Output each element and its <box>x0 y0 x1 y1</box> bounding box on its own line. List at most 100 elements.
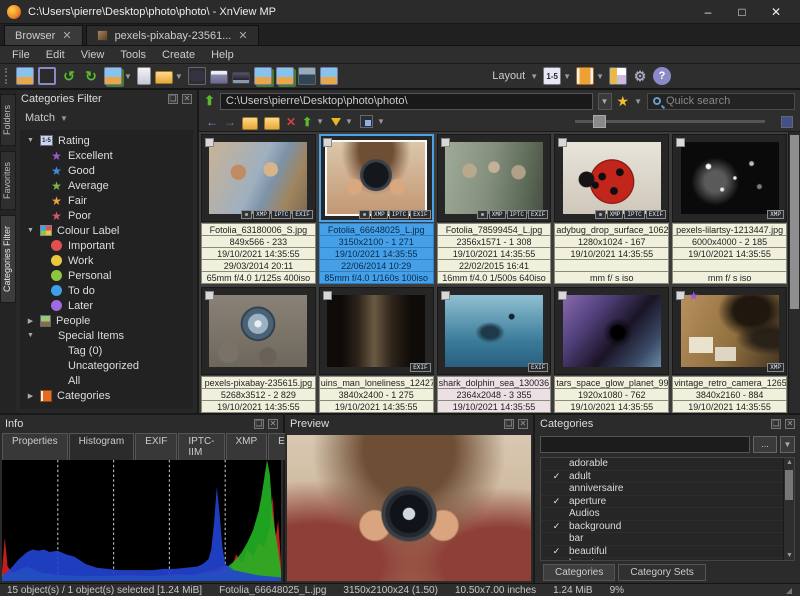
panel-float-icon[interactable]: ❏ <box>168 94 178 104</box>
categories-tab-category-sets[interactable]: Category Sets <box>618 564 705 581</box>
info-tab-xmp[interactable]: XMP <box>226 433 268 460</box>
category-item-adult[interactable]: ✓ adult <box>541 471 794 484</box>
thumbnail-checkbox[interactable] <box>205 138 214 147</box>
favorites-star-icon[interactable]: ★ <box>617 93 630 110</box>
thumbnail-image-box[interactable]: XMPIPTCEXIF <box>201 134 316 222</box>
browser-icon[interactable] <box>16 67 34 85</box>
expand-arrow-icon[interactable]: ▶ <box>26 392 35 400</box>
tree-item-uncategorized[interactable]: Uncategorized <box>20 358 193 373</box>
thumbnail-image-box[interactable]: EXIF <box>437 287 552 375</box>
delete-icon[interactable]: ✕ <box>286 115 296 129</box>
thumbnail-item-7[interactable]: EXIF shark_dolphin_sea_130036_.. 2364x20… <box>437 287 552 413</box>
thumbnail-image-box[interactable] <box>554 287 669 375</box>
panel-float-icon[interactable]: ❏ <box>504 419 514 429</box>
thumbnail-item-6[interactable]: EXIF uins_man_loneliness_12427.. 3840x24… <box>319 287 434 413</box>
info-tab-exif[interactable]: EXIF <box>135 433 177 460</box>
sidebar-tab-categories-filter[interactable]: Categories Filter <box>0 215 16 303</box>
thumbnail-image-box[interactable]: EXIF <box>319 287 434 375</box>
edit-folder-icon[interactable] <box>264 117 280 130</box>
tree-item-people[interactable]: ▶ People <box>20 313 193 328</box>
tab-close-icon[interactable]: ✕ <box>62 29 71 42</box>
category-filter-input[interactable] <box>540 436 750 453</box>
collapse-arrow-icon[interactable]: ▼ <box>26 332 35 339</box>
copy-to-icon[interactable] <box>254 67 272 85</box>
collapse-arrow-icon[interactable]: ▼ <box>26 137 35 144</box>
tab-1[interactable]: pexels-pixabay-23561... ✕ <box>86 25 259 45</box>
thumbnail-checkbox[interactable] <box>558 291 567 300</box>
tab-0[interactable]: Browser ✕ <box>4 25 83 45</box>
screen-capture-icon[interactable] <box>298 67 316 85</box>
menu-tools[interactable]: Tools <box>112 48 154 62</box>
quick-search-input[interactable]: Quick search <box>647 93 795 110</box>
category-item-adorable[interactable]: adorable <box>541 458 794 471</box>
thumbnail-item-0[interactable]: XMPIPTCEXIF Fotolia_63180006_S.jpg 849x5… <box>201 134 316 284</box>
pages-icon[interactable]: 1-5 <box>543 67 561 85</box>
thumbnail-checkbox[interactable] <box>558 138 567 147</box>
category-item-background[interactable]: ✓ background <box>541 521 794 534</box>
panel-close-icon[interactable]: ✕ <box>182 94 192 104</box>
thumbnail-item-4[interactable]: XMP pexels-lilartsy-1213447.jpg 6000x400… <box>672 134 787 284</box>
folder-icon[interactable] <box>242 117 258 130</box>
tree-item-excellent[interactable]: ★ Excellent <box>20 148 193 163</box>
thumbnail-checkbox[interactable] <box>676 138 685 147</box>
browse-mode-icon[interactable] <box>609 67 627 85</box>
thumbnail-checkbox[interactable] <box>323 138 332 147</box>
category-scrollbar[interactable]: ▲ ▼ <box>783 458 794 560</box>
minimize-button[interactable]: – <box>691 5 725 19</box>
tree-item-work[interactable]: Work <box>20 253 193 268</box>
collapse-arrow-icon[interactable]: ▼ <box>26 227 35 234</box>
info-tab-histogram[interactable]: Histogram <box>69 433 135 460</box>
tree-item-tag-0-[interactable]: Tag (0) <box>20 343 193 358</box>
menu-edit[interactable]: Edit <box>38 48 73 62</box>
filter-icon[interactable] <box>331 118 341 126</box>
layout-dropdown[interactable]: Layout <box>489 70 528 82</box>
category-checkbox[interactable]: ✓ <box>551 521 562 531</box>
properties-icon[interactable] <box>137 67 151 85</box>
menu-view[interactable]: View <box>73 48 113 62</box>
resize-grip[interactable]: ◢ <box>786 586 793 595</box>
category-checkbox[interactable] <box>551 459 562 469</box>
panel-close-icon[interactable]: ✕ <box>268 419 278 429</box>
category-item-beauty[interactable]: beauty <box>541 558 794 561</box>
menu-file[interactable]: File <box>4 48 38 62</box>
view-mode-icon[interactable] <box>360 115 373 128</box>
match-dropdown[interactable]: Match ▼ <box>16 108 197 128</box>
thumbnail-item-2[interactable]: XMPIPTCEXIF Fotolia_78599454_L.jpg 2356x… <box>437 134 552 284</box>
chevron-down-icon[interactable]: ▼ <box>780 436 795 453</box>
menu-create[interactable]: Create <box>154 48 203 62</box>
favorites-dropdown-icon[interactable]: ▼ <box>634 97 642 106</box>
convert-icon[interactable] <box>104 67 122 85</box>
thumbnail-item-1[interactable]: XMPIPTCEXIF Fotolia_66648025_L.jpg 3150x… <box>319 134 434 284</box>
settings-icon[interactable]: ⚙ <box>631 67 649 85</box>
slider-handle[interactable] <box>593 115 606 128</box>
tree-item-later[interactable]: Later <box>20 298 193 313</box>
tree-item-all[interactable]: All <box>20 373 193 388</box>
compare-icon[interactable] <box>320 67 338 85</box>
tree-item-good[interactable]: ★ Good <box>20 163 193 178</box>
thumbnail-image-box[interactable] <box>201 287 316 375</box>
thumbnail-checkbox[interactable] <box>441 291 450 300</box>
maximize-button[interactable]: □ <box>725 5 759 19</box>
tree-item-fair[interactable]: ★ Fair <box>20 193 193 208</box>
categories-tab-categories[interactable]: Categories <box>543 564 615 581</box>
category-item-bar[interactable]: bar <box>541 533 794 546</box>
category-item-aperture[interactable]: ✓ aperture <box>541 496 794 509</box>
path-dropdown-icon[interactable]: ▼ <box>598 93 612 110</box>
search-icon[interactable] <box>188 67 206 85</box>
category-checkbox[interactable] <box>551 559 562 561</box>
folder-up-icon[interactable]: ⬆ <box>204 93 215 109</box>
tree-item-to-do[interactable]: To do <box>20 283 193 298</box>
thumbnail-size-slider[interactable] <box>575 120 765 123</box>
sidebar-tab-favorites[interactable]: Favorites <box>0 151 16 210</box>
info-tab-properties[interactable]: Properties <box>2 433 68 460</box>
help-icon[interactable]: ? <box>653 67 671 85</box>
thumbnail-image-box[interactable]: XMPIPTCEXIF <box>554 134 669 222</box>
fullscreen-icon[interactable] <box>38 67 56 85</box>
expand-arrow-icon[interactable]: ▶ <box>26 317 35 325</box>
close-button[interactable]: ✕ <box>759 5 793 19</box>
thumbnail-item-5[interactable]: pexels-pixabay-235615.jpg 5268x3512 - 2 … <box>201 287 316 413</box>
thumbnail-item-8[interactable]: tars_space_glow_planet_99.. 1920x1080 - … <box>554 287 669 413</box>
scrollbar-thumb[interactable] <box>790 135 799 309</box>
refresh-up-icon[interactable]: ⬆ <box>302 115 312 129</box>
thumbnail-checkbox[interactable] <box>441 138 450 147</box>
